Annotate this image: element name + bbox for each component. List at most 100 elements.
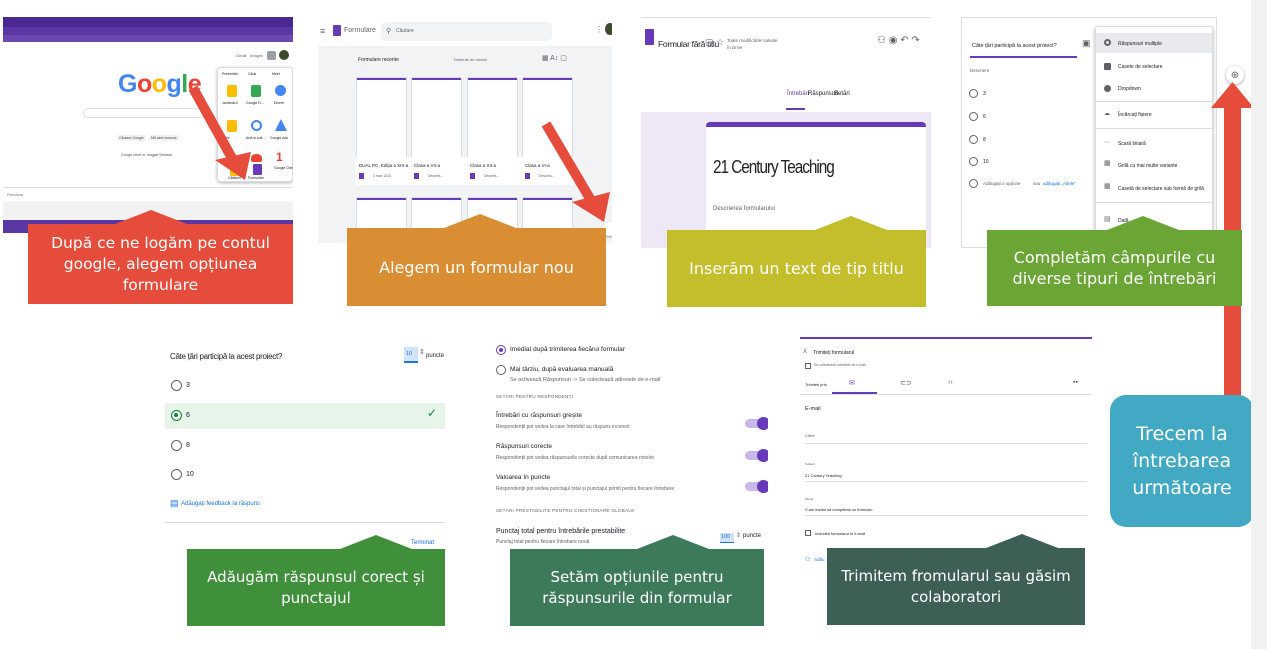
setting-sub: Respondenții pot vedea răspunsurile core… bbox=[496, 455, 655, 461]
form-card[interactable] bbox=[411, 77, 462, 163]
images-link[interactable]: Imagini bbox=[250, 53, 263, 58]
collect-emails-label: Se colectează adresele de e-mail bbox=[814, 363, 866, 367]
screenshot-question-types: Câte țări participă la acest proiect? ▣ … bbox=[961, 17, 1217, 248]
points-value: 10 bbox=[406, 351, 413, 357]
apps-grid-icon[interactable] bbox=[267, 51, 276, 60]
form-title[interactable]: 21 Century Teaching bbox=[713, 157, 835, 178]
folder-icon[interactable]: ▢ ☆ bbox=[705, 37, 724, 48]
menu-item[interactable]: Încărcați fișiere bbox=[1118, 112, 1152, 118]
message-field[interactable]: V-am invitat să completați un formular: bbox=[805, 507, 873, 512]
add-other-link[interactable]: adăugați „Altele" bbox=[1043, 181, 1076, 186]
to-field-label: Către bbox=[805, 433, 815, 438]
image-icon[interactable]: ▣ bbox=[1082, 38, 1091, 49]
feedback-icon[interactable]: ▤ bbox=[170, 498, 179, 509]
radio-option[interactable] bbox=[171, 440, 182, 451]
correct-answer-row[interactable] bbox=[165, 403, 445, 429]
stepper-icon[interactable]: ⇕ bbox=[736, 532, 741, 539]
subject-field[interactable]: 21 Century Teaching bbox=[805, 473, 842, 478]
scrollbar[interactable] bbox=[1251, 0, 1267, 649]
avatar[interactable] bbox=[605, 23, 612, 35]
radio-type-icon bbox=[1104, 39, 1111, 46]
search-placeholder: Căutare bbox=[396, 28, 414, 34]
caption-step-6: Adăugăm răspunsul corect și punctajul bbox=[187, 549, 445, 626]
radio-option[interactable] bbox=[969, 89, 978, 98]
tab-settings[interactable]: Setări bbox=[834, 91, 850, 97]
drive-icon[interactable] bbox=[275, 85, 286, 96]
google-one-icon[interactable]: 1 bbox=[276, 151, 285, 163]
option-label: 8 bbox=[186, 442, 190, 449]
menu-item[interactable]: Scară liniară bbox=[1118, 141, 1146, 147]
question-description[interactable]: Descriere bbox=[970, 68, 989, 73]
respondent-settings-heading: SETĂRI PENTRU RESPONDENȚI bbox=[496, 394, 574, 399]
menu-icon[interactable]: ≡ bbox=[320, 26, 325, 36]
gmail-link[interactable]: Gmail bbox=[236, 53, 246, 58]
grid-view-icon[interactable]: ▦ A↕ ▢ bbox=[542, 54, 567, 62]
owner-filter[interactable]: Deținute de oricine bbox=[454, 57, 487, 62]
radio-option-selected[interactable] bbox=[171, 410, 182, 421]
setting-sub: Respondenții pot vedea punctajul total ș… bbox=[496, 486, 675, 492]
radio-option[interactable] bbox=[969, 157, 978, 166]
radio-option[interactable] bbox=[171, 380, 182, 391]
done-button[interactable]: Terminat bbox=[411, 540, 434, 546]
menu-item[interactable]: Casetă de selectare sub formă de grilă bbox=[1118, 186, 1204, 192]
app-label[interactable]: Căuți bbox=[248, 72, 256, 76]
form-card-date: Deschis... bbox=[484, 174, 500, 178]
add-collaborator-link[interactable]: Adău bbox=[814, 557, 825, 562]
social-icon[interactable]: ▪▪ bbox=[1073, 379, 1078, 386]
app-label[interactable]: Prezentări bbox=[222, 72, 238, 76]
search-input[interactable]: ⚲ Căutare bbox=[381, 22, 552, 41]
radio-option[interactable] bbox=[171, 469, 182, 480]
close-icon[interactable]: X bbox=[803, 349, 807, 355]
toggle-point-values[interactable] bbox=[745, 480, 768, 493]
link-icon[interactable]: ⊂⊃ bbox=[900, 379, 912, 387]
screenshot-answer-key: Câte țări participă la acest proiect? 10… bbox=[165, 340, 445, 556]
option-label[interactable]: 8 bbox=[983, 137, 986, 143]
lucky-button[interactable]: Mă simt norocos bbox=[149, 135, 179, 141]
add-feedback-link[interactable]: Adăugați feedback la răspuns bbox=[181, 501, 260, 507]
radio-option[interactable] bbox=[969, 135, 978, 144]
include-form-checkbox[interactable] bbox=[805, 530, 811, 536]
points-input[interactable]: 10 bbox=[404, 347, 418, 363]
menu-item[interactable]: Casete de selectare bbox=[1118, 64, 1162, 70]
option-label: 3 bbox=[186, 382, 190, 389]
radio-immediately-selected[interactable] bbox=[496, 345, 506, 355]
app-label[interactable]: Meet bbox=[272, 72, 280, 76]
form-description[interactable]: Descrierea formularului bbox=[713, 206, 775, 212]
embed-icon[interactable]: ‹› bbox=[948, 379, 953, 386]
option-label[interactable]: 6 bbox=[983, 114, 986, 120]
radio-option bbox=[969, 179, 978, 188]
setting-title: Valoarea în puncte bbox=[496, 474, 551, 481]
add-option-link[interactable]: Adăugați o opțiune bbox=[983, 181, 1021, 186]
email-icon[interactable]: ✉ bbox=[849, 379, 855, 387]
toggle-wrong-answers[interactable] bbox=[745, 417, 768, 430]
menu-item[interactable]: Grilă cu mai multe variante bbox=[1118, 163, 1177, 169]
forms-logo-icon bbox=[645, 29, 654, 45]
option-label[interactable]: 10 bbox=[983, 159, 989, 165]
form-card[interactable] bbox=[467, 77, 518, 163]
palette-icon[interactable]: ⚇ ◉ ↶ ↷ bbox=[877, 35, 920, 46]
menu-item[interactable]: Dropdown bbox=[1118, 86, 1141, 92]
menu-item[interactable]: Răspunsuri multiple bbox=[1118, 41, 1162, 47]
question-title[interactable]: Câte țări participă la acest proiect? bbox=[972, 43, 1057, 49]
app-name: Formulare bbox=[344, 27, 376, 34]
radio-later[interactable] bbox=[496, 365, 506, 375]
avatar[interactable] bbox=[279, 50, 289, 60]
checkbox[interactable] bbox=[805, 363, 811, 369]
search-icon: ⚲ bbox=[386, 28, 392, 35]
to-field[interactable] bbox=[805, 443, 1087, 444]
default-points-unit: puncte bbox=[743, 533, 762, 539]
stepper-icon[interactable]: ⇕ bbox=[419, 348, 425, 356]
default-points-input[interactable]: 100 bbox=[720, 533, 734, 543]
save-status: Toate modificările salvate în Drive bbox=[727, 38, 778, 50]
option-label[interactable]: 3 bbox=[983, 91, 986, 97]
google-search-button[interactable]: Căutare Google bbox=[117, 135, 146, 141]
send-via-label: Trimiteți prin bbox=[805, 382, 827, 387]
toggle-correct-answers[interactable] bbox=[745, 449, 768, 462]
add-collaborator-icon[interactable]: ⚇ bbox=[805, 556, 810, 563]
radio-option[interactable] bbox=[969, 112, 978, 121]
google-ads-icon[interactable] bbox=[275, 119, 287, 131]
form-card[interactable] bbox=[356, 77, 407, 163]
arrow-indicator bbox=[541, 121, 610, 222]
tab-questions[interactable]: Întrebări bbox=[787, 91, 809, 97]
browser-address-bar[interactable] bbox=[3, 27, 293, 35]
